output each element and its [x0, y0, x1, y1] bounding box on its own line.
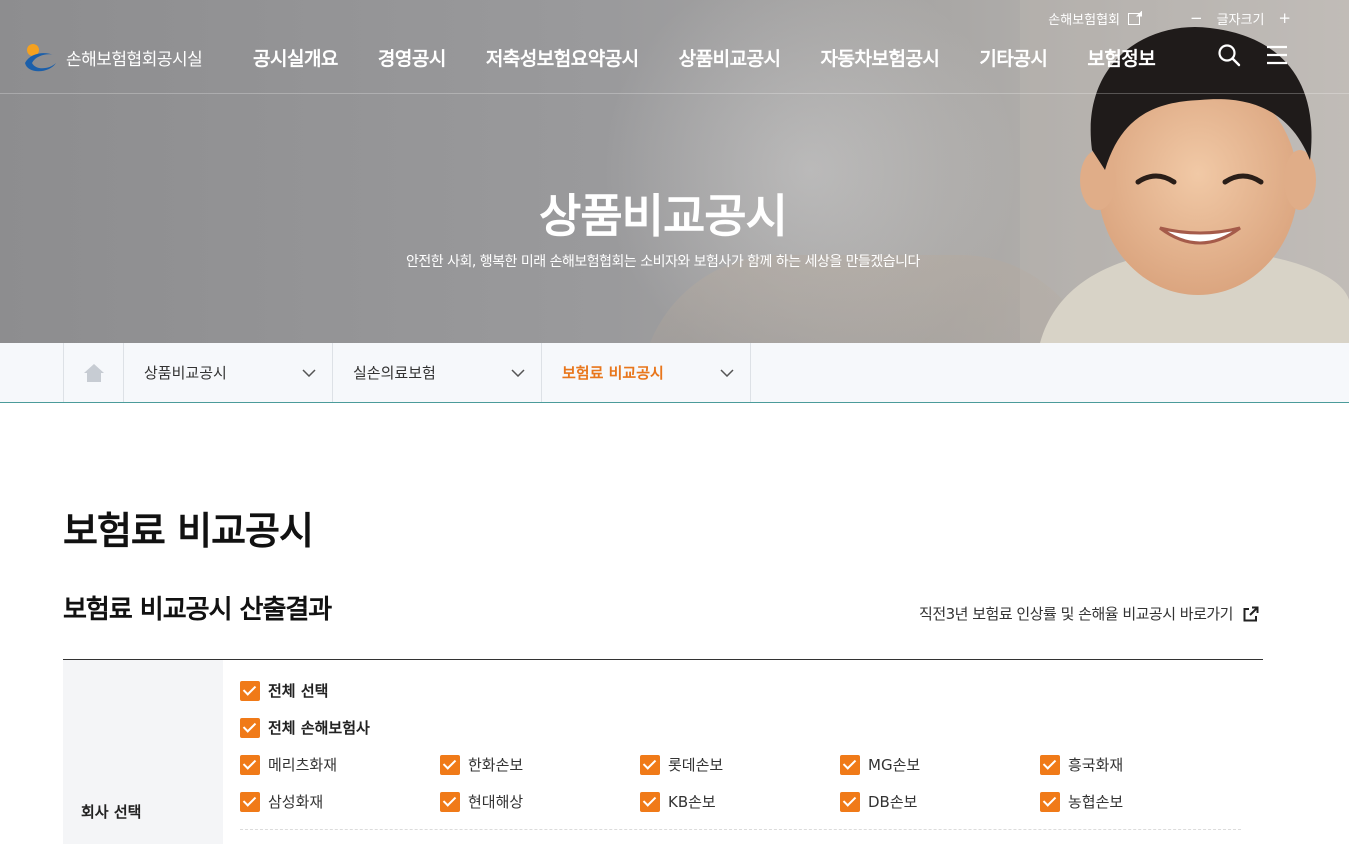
company-checkbox-db[interactable]: DB손보: [840, 791, 1040, 812]
company-checkbox-samsung[interactable]: 삼성화재: [240, 791, 440, 812]
checkbox-label: 전체 손해보험사: [268, 719, 370, 737]
hero-banner: 손해보험협회 − 글자크기 + 손해보험협회공시실 공시실개요 경영공시 저축성…: [0, 0, 1349, 343]
association-link[interactable]: 손해보험협회: [1048, 9, 1120, 28]
rate-history-link-label: 직전3년 보험료 인상률 및 손해율 비교공시 바로가기: [919, 605, 1233, 623]
checkbox-checked-icon: [440, 754, 460, 775]
company-checkbox-group: 전체 선택 전체 손해보험사 메리츠화재 한화손보 롯데손보 MG손보 흥국화재…: [240, 660, 1243, 844]
site-logo[interactable]: 손해보험협회공시실: [22, 41, 203, 73]
nav-product-comparison[interactable]: 상품비교공시: [679, 44, 781, 71]
checkbox-label: 전체 선택: [268, 682, 329, 700]
checkbox-label: 메리츠화재: [268, 756, 338, 774]
company-checkbox-kb[interactable]: KB손보: [640, 791, 840, 812]
company-checkbox-lotte[interactable]: 롯데손보: [640, 754, 840, 775]
breadcrumb-level-3[interactable]: 보험료 비교공시: [542, 343, 751, 402]
hero-title: 상품비교공시: [539, 189, 788, 243]
checkbox-checked-icon: [240, 680, 260, 701]
checkbox-label: 현대해상: [468, 793, 524, 811]
company-checkbox-meritz[interactable]: 메리츠화재: [240, 754, 440, 775]
external-link-icon: [1128, 12, 1140, 25]
checkbox-label: MG손보: [868, 756, 921, 774]
company-select-label: 회사 선택: [81, 803, 142, 821]
checkbox-checked-icon: [840, 754, 860, 775]
checkbox-label: 한화손보: [468, 756, 524, 774]
breadcrumb-label: 보험료 비교공시: [562, 364, 664, 382]
checkbox-label: DB손보: [868, 793, 918, 811]
chevron-down-icon: [511, 368, 525, 377]
checkbox-checked-icon: [1040, 754, 1060, 775]
nav-management[interactable]: 경영공시: [378, 44, 446, 71]
external-link-icon: [1243, 606, 1259, 621]
checkbox-label: KB손보: [668, 793, 716, 811]
logo-text: 손해보험협회공시실: [66, 49, 203, 70]
checkbox-checked-icon: [240, 791, 260, 812]
company-checkbox-hyundai[interactable]: 현대해상: [440, 791, 640, 812]
hero-subtitle: 안전한 사회, 행복한 미래 손해보험협회는 소비자와 보험사가 함께 하는 세…: [406, 254, 920, 270]
logo-mark-icon: [25, 44, 56, 72]
checkbox-checked-icon: [640, 754, 660, 775]
page-title: 보험료 비교공시: [63, 509, 314, 553]
section-title: 보험료 비교공시 산출결과: [63, 595, 332, 625]
nav-auto-insurance[interactable]: 자동차보험공시: [821, 44, 940, 71]
checkbox-label: 농협손보: [1068, 793, 1124, 811]
global-navigation: 손해보험협회공시실 공시실개요 경영공시 저축성보험요약공시 상품비교공시 자동…: [0, 32, 1349, 94]
menu-icon[interactable]: [1265, 44, 1289, 66]
checkbox-checked-icon: [440, 791, 460, 812]
checkbox-checked-icon: [240, 754, 260, 775]
checkbox-checked-icon: [1040, 791, 1060, 812]
breadcrumb-label: 실손의료보험: [353, 364, 436, 382]
breadcrumb: 상품비교공시 실손의료보험 보험료 비교공시: [0, 343, 1349, 403]
home-icon: [83, 363, 104, 382]
main-menu: 공시실개요 경영공시 저축성보험요약공시 상품비교공시 자동차보험공시 기타공시…: [253, 44, 1156, 71]
company-checkbox-mg[interactable]: MG손보: [840, 754, 1040, 775]
company-select-header: 회사 선택: [63, 660, 223, 844]
breadcrumb-home[interactable]: [64, 343, 124, 402]
select-all-nonlife-checkbox[interactable]: 전체 손해보험사: [240, 717, 370, 738]
search-icon[interactable]: [1217, 43, 1241, 67]
checkbox-label: 롯데손보: [668, 756, 724, 774]
breadcrumb-level-1[interactable]: 상품비교공시: [124, 343, 333, 402]
divider: [240, 829, 1241, 830]
select-all-checkbox[interactable]: 전체 선택: [240, 680, 328, 701]
nav-savings-summary[interactable]: 저축성보험요약공시: [486, 44, 639, 71]
nav-other[interactable]: 기타공시: [979, 44, 1047, 71]
checkbox-label: 흥국화재: [1068, 756, 1124, 774]
company-checkbox-hanwha[interactable]: 한화손보: [440, 754, 640, 775]
breadcrumb-label: 상품비교공시: [144, 364, 227, 382]
chevron-down-icon: [720, 368, 734, 377]
nav-overview[interactable]: 공시실개요: [253, 44, 338, 71]
utility-bar: 손해보험협회 − 글자크기 +: [1048, 9, 1297, 29]
checkbox-checked-icon: [640, 791, 660, 812]
checkbox-checked-icon: [240, 717, 260, 738]
nav-insurance-info[interactable]: 보험정보: [1087, 44, 1155, 71]
checkbox-label: 삼성화재: [268, 793, 324, 811]
company-checkbox-heungkuk[interactable]: 흥국화재: [1040, 754, 1240, 775]
font-decrease-button[interactable]: −: [1184, 11, 1209, 26]
checkbox-checked-icon: [840, 791, 860, 812]
header-actions: [1217, 43, 1289, 67]
rate-history-link[interactable]: 직전3년 보험료 인상률 및 손해율 비교공시 바로가기: [919, 603, 1259, 624]
chevron-down-icon: [302, 368, 316, 377]
company-checkbox-nh[interactable]: 농협손보: [1040, 791, 1240, 812]
font-size-label: 글자크기: [1216, 13, 1265, 28]
breadcrumb-level-2[interactable]: 실손의료보험: [333, 343, 542, 402]
font-increase-button[interactable]: +: [1272, 11, 1297, 26]
